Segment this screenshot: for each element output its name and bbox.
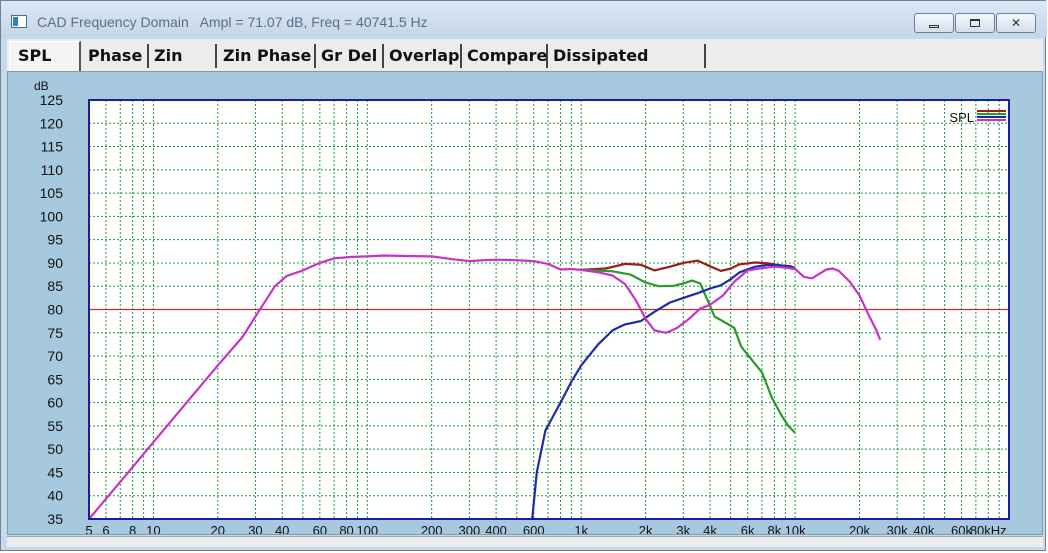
x-tick-label: 400 xyxy=(485,523,507,534)
maximize-button[interactable] xyxy=(955,13,995,33)
x-tick-label: 20k xyxy=(849,523,870,534)
y-tick-label: 100 xyxy=(40,208,64,224)
spl-chart[interactable]: 1251201151101051009590858075706560555045… xyxy=(8,72,1042,538)
status-bar xyxy=(7,536,1043,547)
x-tick-label: 1k xyxy=(574,523,588,534)
tab-dissipated-power[interactable]: Dissipated Power xyxy=(550,44,706,89)
window-title: CAD Frequency Domain Ampl = 71.07 dB, Fr… xyxy=(37,14,428,30)
x-tick-label: 8 xyxy=(129,523,136,534)
y-tick-label: 65 xyxy=(47,371,63,387)
y-tick-label: 75 xyxy=(47,325,63,341)
minimize-button[interactable] xyxy=(914,13,954,33)
y-tick-label: 85 xyxy=(47,278,63,294)
x-tick-label: 8k xyxy=(768,523,782,534)
x-tick-label: 300 xyxy=(458,523,480,534)
x-tick-label: 10k xyxy=(785,523,806,534)
tab-strip: SPL Phase Zin Zin Phase Gr Del Overlap C… xyxy=(7,39,1043,89)
x-tick-label: 5 xyxy=(85,523,92,534)
x-tick-label: 30 xyxy=(248,523,262,534)
y-tick-label: 110 xyxy=(41,162,64,178)
y-tick-label: 80 xyxy=(47,302,63,318)
app-window: CAD Frequency Domain Ampl = 71.07 dB, Fr… xyxy=(0,0,1047,551)
tab-phase[interactable]: Phase xyxy=(85,44,149,68)
y-tick-label: 60 xyxy=(47,395,63,411)
y-tick-label: 105 xyxy=(40,185,64,201)
close-icon: ✕ xyxy=(1010,16,1022,30)
x-tick-label: 100 xyxy=(356,523,378,534)
x-tick-label: 80kHz xyxy=(970,523,1007,534)
legend-label: SPL xyxy=(949,110,974,125)
close-button[interactable]: ✕ xyxy=(996,13,1036,33)
x-tick-label: 4k xyxy=(703,523,717,534)
x-tick-label: 3k xyxy=(676,523,690,534)
y-axis-label: dB xyxy=(34,79,49,93)
y-tick-label: 90 xyxy=(47,255,63,271)
x-tick-label: 6 xyxy=(102,523,109,534)
x-tick-label: 2k xyxy=(639,523,653,534)
x-tick-label: 600 xyxy=(523,523,545,534)
y-tick-label: 50 xyxy=(47,441,63,457)
x-tick-label: 80 xyxy=(339,523,353,534)
y-tick-label: 120 xyxy=(40,115,64,131)
x-tick-label: 40k xyxy=(913,523,934,534)
tab-overlap[interactable]: Overlap xyxy=(386,44,462,68)
tab-spl[interactable]: SPL xyxy=(9,41,81,72)
y-tick-label: 70 xyxy=(47,348,63,364)
x-tick-label: 20 xyxy=(211,523,225,534)
x-tick-label: 200 xyxy=(421,523,443,534)
x-tick-label: 30k xyxy=(887,523,908,534)
x-tick-label: 10 xyxy=(146,523,160,534)
x-tick-label: 6k xyxy=(741,523,755,534)
y-tick-label: 35 xyxy=(47,511,63,527)
y-tick-label: 55 xyxy=(47,418,63,434)
y-tick-label: 125 xyxy=(40,92,64,108)
tab-compare[interactable]: Compare xyxy=(464,44,548,68)
y-tick-label: 40 xyxy=(47,488,63,504)
maximize-icon xyxy=(970,19,980,27)
y-tick-label: 45 xyxy=(47,464,63,480)
tab-zin[interactable]: Zin xyxy=(151,44,217,68)
x-tick-label: 40 xyxy=(275,523,289,534)
x-tick-label: 60 xyxy=(313,523,327,534)
minimize-icon xyxy=(929,24,939,28)
y-tick-label: 115 xyxy=(41,139,64,155)
y-tick-label: 95 xyxy=(47,232,63,248)
title-bar[interactable]: CAD Frequency Domain Ampl = 71.07 dB, Fr… xyxy=(1,1,1047,37)
app-icon xyxy=(11,15,27,28)
plot-panel: 125 120 115 110 105 100 95 90 85 80 75 70 65 60 55 50 45… xyxy=(7,71,1043,538)
tab-zin-phase[interactable]: Zin Phase xyxy=(220,44,316,68)
tab-gr-del[interactable]: Gr Del xyxy=(318,44,384,68)
